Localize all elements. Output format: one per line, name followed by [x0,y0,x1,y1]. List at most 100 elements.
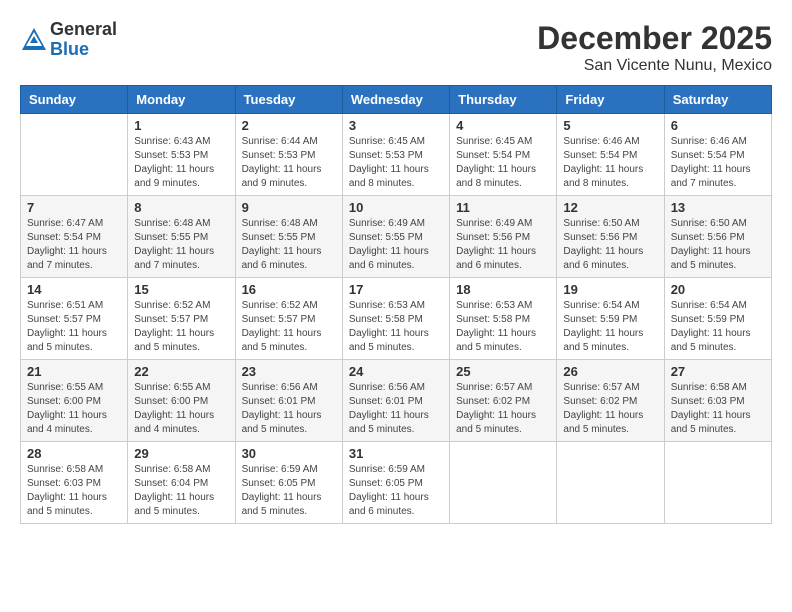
day-info: Sunrise: 6:58 AMSunset: 6:04 PMDaylight:… [134,463,228,519]
calendar-week-row: 7 Sunrise: 6:47 AMSunset: 5:54 PMDaylight… [21,196,772,278]
logo-general-text: General [50,20,117,40]
day-number: 14 [27,282,121,297]
day-number: 11 [456,200,550,215]
day-number: 8 [134,200,228,215]
day-info: Sunrise: 6:51 AMSunset: 5:57 PMDaylight:… [27,299,121,355]
day-number: 10 [349,200,443,215]
day-info: Sunrise: 6:49 AMSunset: 5:56 PMDaylight:… [456,217,550,273]
day-info: Sunrise: 6:45 AMSunset: 5:53 PMDaylight:… [349,135,443,191]
day-number: 12 [563,200,657,215]
page-header: General Blue December 2025 San Vicente N… [20,20,772,75]
table-row: 11 Sunrise: 6:49 AMSunset: 5:56 PMDayligh… [450,196,557,278]
logo: General Blue [20,20,117,60]
day-info: Sunrise: 6:43 AMSunset: 5:53 PMDaylight:… [134,135,228,191]
day-info: Sunrise: 6:54 AMSunset: 5:59 PMDaylight:… [671,299,765,355]
day-info: Sunrise: 6:46 AMSunset: 5:54 PMDaylight:… [563,135,657,191]
table-row: 23 Sunrise: 6:56 AMSunset: 6:01 PMDayligh… [235,360,342,442]
day-number: 25 [456,364,550,379]
table-row: 20 Sunrise: 6:54 AMSunset: 5:59 PMDayligh… [664,278,771,360]
table-row: 18 Sunrise: 6:53 AMSunset: 5:58 PMDayligh… [450,278,557,360]
day-info: Sunrise: 6:53 AMSunset: 5:58 PMDaylight:… [456,299,550,355]
table-row: 12 Sunrise: 6:50 AMSunset: 5:56 PMDayligh… [557,196,664,278]
day-number: 24 [349,364,443,379]
day-info: Sunrise: 6:55 AMSunset: 6:00 PMDaylight:… [134,381,228,437]
location-subtitle: San Vicente Nunu, Mexico [537,57,772,75]
day-number: 3 [349,118,443,133]
day-number: 31 [349,446,443,461]
day-number: 19 [563,282,657,297]
day-number: 30 [242,446,336,461]
day-info: Sunrise: 6:50 AMSunset: 5:56 PMDaylight:… [563,217,657,273]
calendar-week-row: 1 Sunrise: 6:43 AMSunset: 5:53 PMDaylight… [21,114,772,196]
table-row: 1 Sunrise: 6:43 AMSunset: 5:53 PMDaylight… [128,114,235,196]
logo-icon [20,26,48,54]
logo-blue-text: Blue [50,40,117,60]
table-row: 28 Sunrise: 6:58 AMSunset: 6:03 PMDayligh… [21,442,128,524]
day-info: Sunrise: 6:46 AMSunset: 5:54 PMDaylight:… [671,135,765,191]
table-row: 24 Sunrise: 6:56 AMSunset: 6:01 PMDayligh… [342,360,449,442]
header-saturday: Saturday [664,86,771,114]
day-info: Sunrise: 6:52 AMSunset: 5:57 PMDaylight:… [242,299,336,355]
day-number: 23 [242,364,336,379]
header-thursday: Thursday [450,86,557,114]
day-info: Sunrise: 6:44 AMSunset: 5:53 PMDaylight:… [242,135,336,191]
day-number: 15 [134,282,228,297]
day-number: 9 [242,200,336,215]
day-number: 29 [134,446,228,461]
calendar-week-row: 21Sunrise: 6:55 AMSunset: 6:00 PMDayligh… [21,360,772,442]
table-row: 25 Sunrise: 6:57 AMSunset: 6:02 PMDayligh… [450,360,557,442]
table-row: 7 Sunrise: 6:47 AMSunset: 5:54 PMDaylight… [21,196,128,278]
table-row [557,442,664,524]
day-number: 13 [671,200,765,215]
table-row: 13 Sunrise: 6:50 AMSunset: 5:56 PMDayligh… [664,196,771,278]
day-number: 18 [456,282,550,297]
day-number: 1 [134,118,228,133]
table-row: 15Sunrise: 6:52 AMSunset: 5:57 PMDayligh… [128,278,235,360]
day-number: 5 [563,118,657,133]
day-info: Sunrise: 6:58 AMSunset: 6:03 PMDaylight:… [671,381,765,437]
day-info: Sunrise: 6:56 AMSunset: 6:01 PMDaylight:… [242,381,336,437]
day-info: Sunrise: 6:50 AMSunset: 5:56 PMDaylight:… [671,217,765,273]
table-row: 3 Sunrise: 6:45 AMSunset: 5:53 PMDaylight… [342,114,449,196]
day-number: 28 [27,446,121,461]
table-row: 9 Sunrise: 6:48 AMSunset: 5:55 PMDaylight… [235,196,342,278]
day-info: Sunrise: 6:56 AMSunset: 6:01 PMDaylight:… [349,381,443,437]
header-wednesday: Wednesday [342,86,449,114]
day-number: 22 [134,364,228,379]
day-info: Sunrise: 6:58 AMSunset: 6:03 PMDaylight:… [27,463,121,519]
table-row: 8Sunrise: 6:48 AMSunset: 5:55 PMDaylight… [128,196,235,278]
calendar-table: Sunday Monday Tuesday Wednesday Thursday… [20,85,772,524]
table-row [664,442,771,524]
day-number: 20 [671,282,765,297]
day-info: Sunrise: 6:49 AMSunset: 5:55 PMDaylight:… [349,217,443,273]
table-row: 14 Sunrise: 6:51 AMSunset: 5:57 PMDayligh… [21,278,128,360]
day-info: Sunrise: 6:59 AMSunset: 6:05 PMDaylight:… [242,463,336,519]
day-info: Sunrise: 6:47 AMSunset: 5:54 PMDaylight:… [27,217,121,273]
day-info: Sunrise: 6:45 AMSunset: 5:54 PMDaylight:… [456,135,550,191]
day-info: Sunrise: 6:54 AMSunset: 5:59 PMDaylight:… [563,299,657,355]
day-info: Sunrise: 6:57 AMSunset: 6:02 PMDaylight:… [456,381,550,437]
day-number: 7 [27,200,121,215]
table-row: 5 Sunrise: 6:46 AMSunset: 5:54 PMDaylight… [557,114,664,196]
table-row [450,442,557,524]
day-info: Sunrise: 6:55 AMSunset: 6:00 PMDaylight:… [27,381,121,437]
day-info: Sunrise: 6:48 AMSunset: 5:55 PMDaylight:… [242,217,336,273]
table-row: 21Sunrise: 6:55 AMSunset: 6:00 PMDayligh… [21,360,128,442]
day-info: Sunrise: 6:59 AMSunset: 6:05 PMDaylight:… [349,463,443,519]
table-row [21,114,128,196]
table-row: 22 Sunrise: 6:55 AMSunset: 6:00 PMDayligh… [128,360,235,442]
table-row: 30 Sunrise: 6:59 AMSunset: 6:05 PMDayligh… [235,442,342,524]
table-row: 17Sunrise: 6:53 AMSunset: 5:58 PMDayligh… [342,278,449,360]
table-row: 16Sunrise: 6:52 AMSunset: 5:57 PMDayligh… [235,278,342,360]
table-row: 6Sunrise: 6:46 AMSunset: 5:54 PMDaylight… [664,114,771,196]
title-section: December 2025 San Vicente Nunu, Mexico [537,20,772,75]
table-row: 31 Sunrise: 6:59 AMSunset: 6:05 PMDayligh… [342,442,449,524]
calendar-header-row: Sunday Monday Tuesday Wednesday Thursday… [21,86,772,114]
header-monday: Monday [128,86,235,114]
month-year-title: December 2025 [537,20,772,57]
header-sunday: Sunday [21,86,128,114]
day-number: 26 [563,364,657,379]
table-row: 29 Sunrise: 6:58 AMSunset: 6:04 PMDayligh… [128,442,235,524]
day-number: 27 [671,364,765,379]
table-row: 2Sunrise: 6:44 AMSunset: 5:53 PMDaylight… [235,114,342,196]
